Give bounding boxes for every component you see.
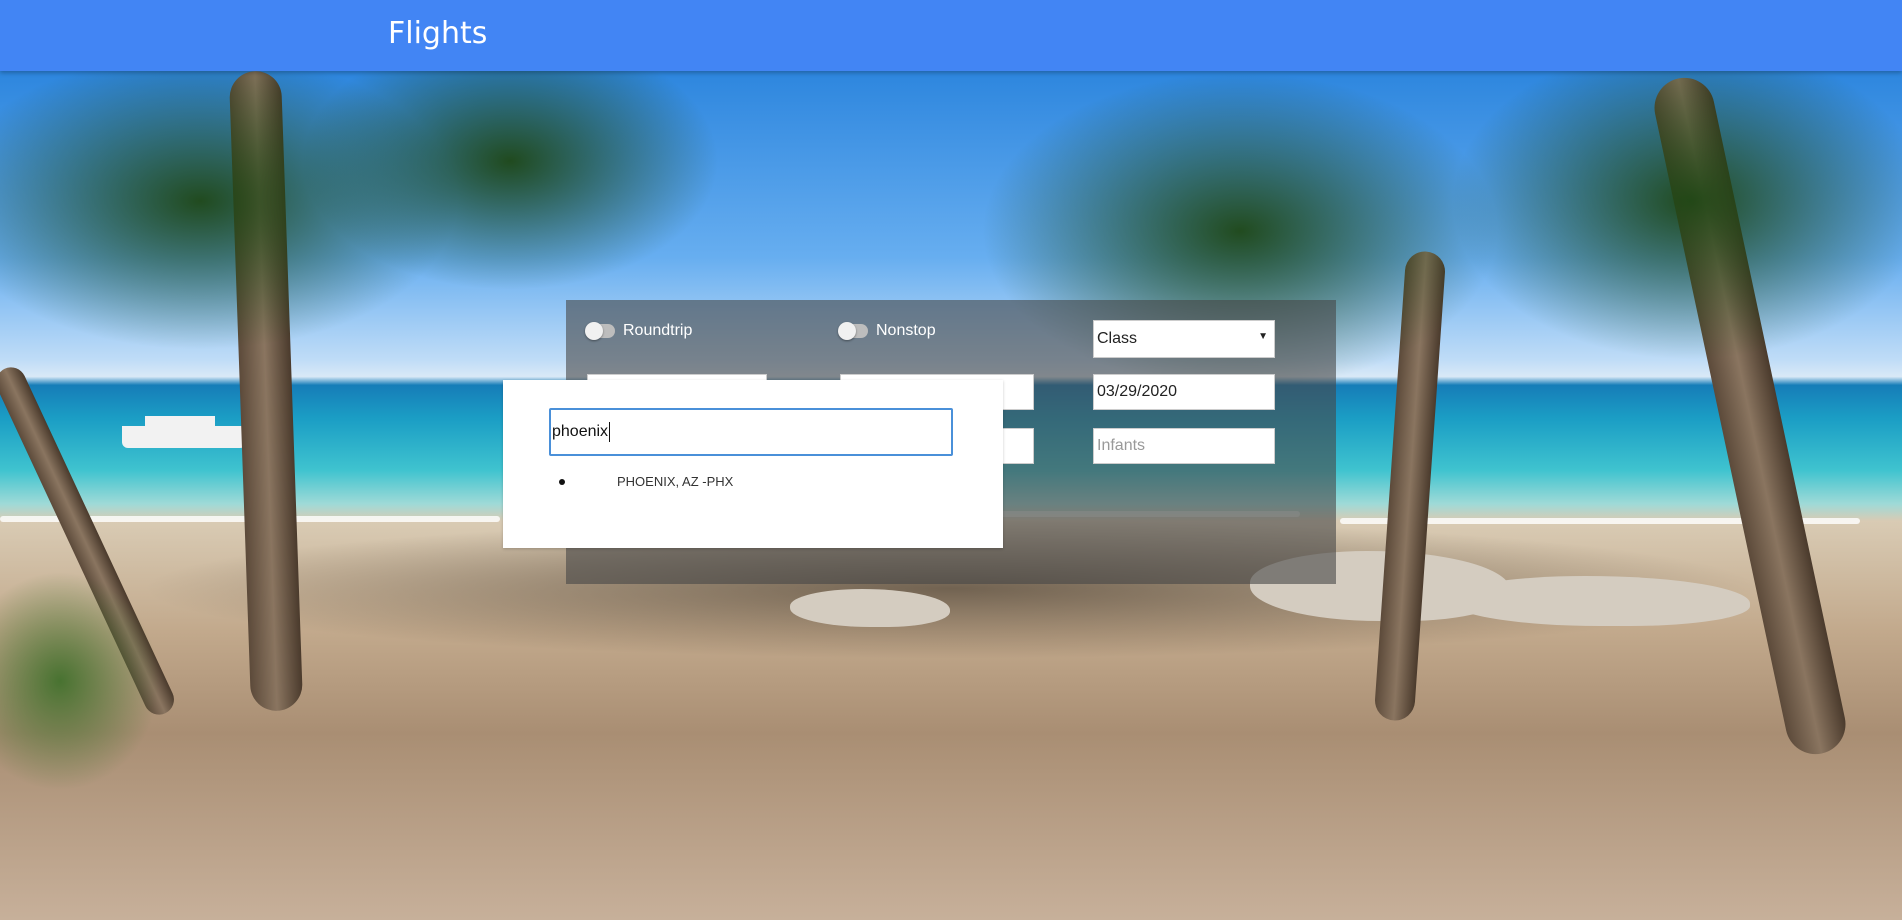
bullet-icon: [559, 479, 565, 485]
dropdown-arrow-icon: ▼: [1258, 331, 1268, 342]
airport-search-input[interactable]: phoenix: [549, 408, 953, 456]
toggle-switch-icon: [585, 322, 615, 340]
airport-suggestion-item[interactable]: PHOENIX, AZ -PHX: [555, 472, 733, 492]
airport-suggestion-label: PHOENIX, AZ -PHX: [617, 474, 734, 489]
airport-suggestion-list: PHOENIX, AZ -PHX: [555, 472, 733, 492]
page-title: Flights: [388, 16, 488, 51]
text-cursor: [609, 422, 611, 442]
nonstop-toggle[interactable]: Nonstop: [838, 322, 936, 340]
infants-placeholder: Infants: [1097, 437, 1146, 454]
airport-search-popup: phoenix PHOENIX, AZ -PHX: [503, 380, 1003, 548]
departure-date-value: 03/29/2020: [1097, 383, 1178, 400]
class-select-value: Class: [1097, 330, 1138, 347]
class-select[interactable]: Class ▼: [1093, 320, 1275, 358]
nonstop-label: Nonstop: [876, 322, 936, 339]
departure-date-field[interactable]: 03/29/2020: [1093, 374, 1275, 410]
infants-field[interactable]: Infants: [1093, 428, 1275, 464]
toggle-switch-icon: [838, 322, 868, 340]
roundtrip-label: Roundtrip: [623, 322, 693, 339]
airport-search-value: phoenix: [552, 423, 609, 440]
roundtrip-toggle[interactable]: Roundtrip: [585, 322, 693, 340]
app-header: Flights: [0, 0, 1902, 71]
